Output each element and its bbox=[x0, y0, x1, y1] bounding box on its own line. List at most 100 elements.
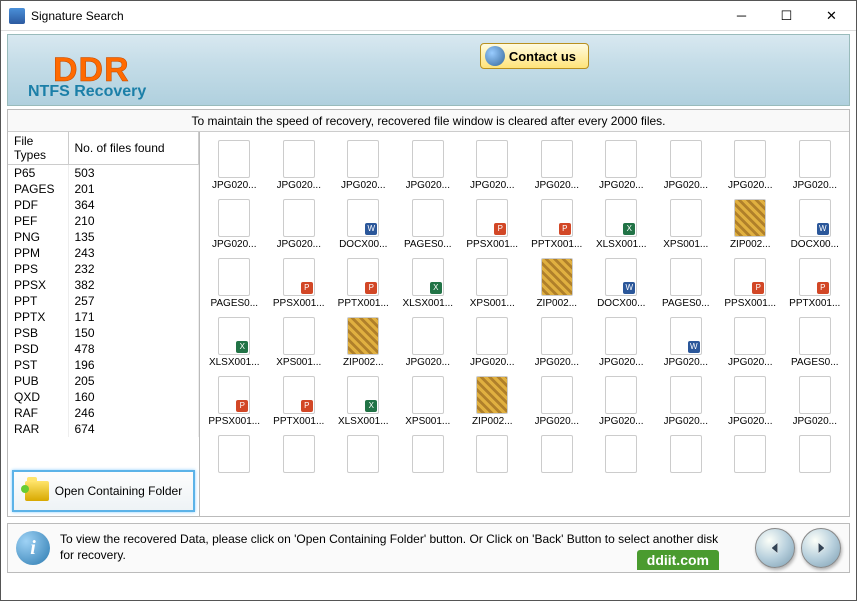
file-item[interactable]: PPSX001... bbox=[267, 254, 332, 313]
file-name-label: JPG020... bbox=[406, 180, 450, 191]
file-type-row[interactable]: PST196 bbox=[8, 357, 199, 373]
file-name-label: JPG020... bbox=[728, 180, 772, 191]
file-type-row[interactable]: QXD160 bbox=[8, 389, 199, 405]
file-type-row[interactable]: PPSX382 bbox=[8, 277, 199, 293]
file-type-row[interactable]: PNG135 bbox=[8, 229, 199, 245]
file-item[interactable]: PAGES0... bbox=[654, 254, 719, 313]
file-type-row[interactable]: PUB205 bbox=[8, 373, 199, 389]
file-item[interactable]: JPG020... bbox=[267, 136, 332, 195]
file-type-row[interactable]: PPS232 bbox=[8, 261, 199, 277]
file-item[interactable]: JPG020... bbox=[331, 136, 396, 195]
file-item[interactable]: ZIP002... bbox=[718, 195, 783, 254]
file-name-label: PPTX001... bbox=[273, 416, 324, 427]
file-item[interactable]: XLSX001... bbox=[202, 313, 267, 372]
file-item[interactable]: JPG020... bbox=[202, 136, 267, 195]
maximize-button[interactable]: ☐ bbox=[764, 2, 809, 30]
file-item[interactable]: PPSX001... bbox=[718, 254, 783, 313]
file-item[interactable] bbox=[783, 431, 848, 479]
file-item[interactable] bbox=[654, 431, 719, 479]
file-item[interactable]: PPSX001... bbox=[202, 372, 267, 431]
file-types-table[interactable]: File Types No. of files found P65503PAGE… bbox=[8, 132, 199, 466]
file-item[interactable] bbox=[525, 431, 590, 479]
file-item[interactable]: XPS001... bbox=[396, 372, 461, 431]
file-type-row[interactable]: RAR674 bbox=[8, 421, 199, 437]
file-item[interactable]: XPS001... bbox=[460, 254, 525, 313]
file-item[interactable]: DOCX00... bbox=[783, 195, 848, 254]
file-item[interactable]: JPG020... bbox=[654, 136, 719, 195]
file-item[interactable]: JPG020... bbox=[783, 136, 848, 195]
file-item[interactable]: JPG020... bbox=[525, 313, 590, 372]
file-item[interactable]: DOCX00... bbox=[331, 195, 396, 254]
file-item[interactable]: PPSX001... bbox=[460, 195, 525, 254]
file-type-row[interactable]: PSB150 bbox=[8, 325, 199, 341]
file-item[interactable]: JPG020... bbox=[718, 372, 783, 431]
file-item[interactable]: XLSX001... bbox=[331, 372, 396, 431]
file-item[interactable] bbox=[718, 431, 783, 479]
file-item[interactable]: JPG020... bbox=[718, 136, 783, 195]
file-type-row[interactable]: PPT257 bbox=[8, 293, 199, 309]
file-item[interactable]: JPG020... bbox=[589, 372, 654, 431]
file-type-row[interactable]: PPTX171 bbox=[8, 309, 199, 325]
file-item[interactable]: ZIP002... bbox=[460, 372, 525, 431]
file-item[interactable]: JPG020... bbox=[460, 136, 525, 195]
file-item[interactable] bbox=[267, 431, 332, 479]
file-item[interactable]: JPG020... bbox=[396, 313, 461, 372]
minimize-button[interactable]: ─ bbox=[719, 2, 764, 30]
file-type-count: 364 bbox=[68, 197, 199, 213]
file-thumb-icon bbox=[412, 140, 444, 178]
file-name-label: ZIP002... bbox=[730, 239, 771, 250]
file-name-label: JPG020... bbox=[599, 180, 643, 191]
file-item[interactable]: JPG020... bbox=[202, 195, 267, 254]
file-name-label: XLSX001... bbox=[338, 416, 389, 427]
file-thumb-icon bbox=[218, 199, 250, 237]
file-item[interactable]: PAGES0... bbox=[396, 195, 461, 254]
file-item[interactable]: XPS001... bbox=[267, 313, 332, 372]
file-type-row[interactable]: PDF364 bbox=[8, 197, 199, 213]
col-file-types[interactable]: File Types bbox=[8, 132, 68, 165]
file-thumb-icon bbox=[347, 435, 379, 473]
file-type-row[interactable]: P65503 bbox=[8, 165, 199, 182]
file-item[interactable]: JPG020... bbox=[654, 313, 719, 372]
col-count[interactable]: No. of files found bbox=[68, 132, 199, 165]
file-type-row[interactable]: PAGES201 bbox=[8, 181, 199, 197]
file-item[interactable]: PPTX001... bbox=[331, 254, 396, 313]
file-item[interactable]: ZIP002... bbox=[525, 254, 590, 313]
file-item[interactable]: DOCX00... bbox=[589, 254, 654, 313]
file-item[interactable]: JPG020... bbox=[783, 372, 848, 431]
close-button[interactable]: ✕ bbox=[809, 2, 854, 30]
file-item[interactable]: XPS001... bbox=[654, 195, 719, 254]
file-item[interactable]: PPTX001... bbox=[267, 372, 332, 431]
file-item[interactable] bbox=[396, 431, 461, 479]
open-containing-folder-button[interactable]: Open Containing Folder bbox=[12, 470, 195, 512]
file-item[interactable]: PPTX001... bbox=[525, 195, 590, 254]
file-item[interactable]: JPG020... bbox=[267, 195, 332, 254]
folder-icon bbox=[25, 481, 49, 501]
file-item[interactable]: JPG020... bbox=[525, 372, 590, 431]
file-item[interactable]: PPTX001... bbox=[783, 254, 848, 313]
file-item[interactable] bbox=[331, 431, 396, 479]
file-item[interactable]: JPG020... bbox=[654, 372, 719, 431]
file-type-row[interactable]: RAF246 bbox=[8, 405, 199, 421]
file-item[interactable]: JPG020... bbox=[460, 313, 525, 372]
back-button[interactable] bbox=[755, 528, 795, 568]
file-item[interactable]: JPG020... bbox=[589, 313, 654, 372]
file-item[interactable]: JPG020... bbox=[718, 313, 783, 372]
file-item[interactable] bbox=[460, 431, 525, 479]
file-type-row[interactable]: PSD478 bbox=[8, 341, 199, 357]
contact-us-button[interactable]: Contact us bbox=[480, 43, 589, 69]
file-item[interactable] bbox=[589, 431, 654, 479]
file-item[interactable]: XLSX001... bbox=[589, 195, 654, 254]
file-item[interactable]: PAGES0... bbox=[202, 254, 267, 313]
file-item[interactable] bbox=[202, 431, 267, 479]
next-button[interactable] bbox=[801, 528, 841, 568]
file-name-label: XLSX001... bbox=[402, 298, 453, 309]
file-item[interactable]: ZIP002... bbox=[331, 313, 396, 372]
file-item[interactable]: XLSX001... bbox=[396, 254, 461, 313]
file-item[interactable]: PAGES0... bbox=[783, 313, 848, 372]
file-item[interactable]: JPG020... bbox=[589, 136, 654, 195]
file-item[interactable]: JPG020... bbox=[525, 136, 590, 195]
file-type-row[interactable]: PPM243 bbox=[8, 245, 199, 261]
file-type-row[interactable]: PEF210 bbox=[8, 213, 199, 229]
file-item[interactable]: JPG020... bbox=[396, 136, 461, 195]
file-grid-scroll[interactable]: JPG020...JPG020...JPG020...JPG020...JPG0… bbox=[200, 132, 849, 516]
